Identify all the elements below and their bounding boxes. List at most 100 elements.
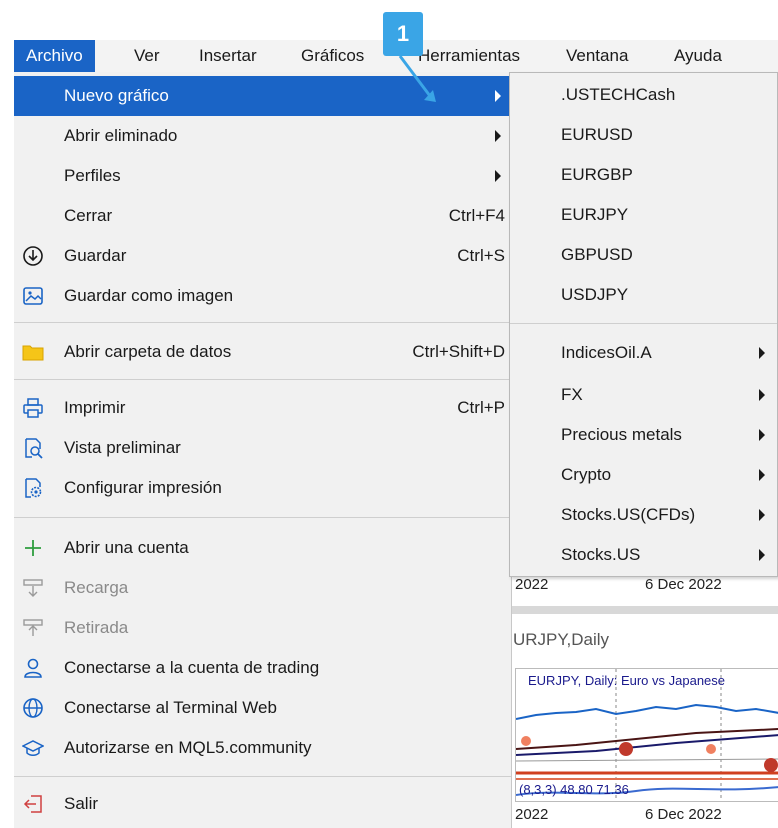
menu-item-imprimir[interactable]: Imprimir Ctrl+P — [14, 388, 511, 428]
chart-window-background: 2022 6 Dec 2022 URJPY,Daily EURJPY, Dail… — [505, 560, 778, 828]
menu-archivo[interactable]: Archivo — [14, 40, 95, 72]
printer-icon — [23, 398, 43, 418]
submenu-arrow-icon — [759, 469, 765, 481]
menu-item-abrir-cuenta[interactable]: Abrir una cuenta — [14, 528, 511, 568]
submenu-item-group[interactable]: Stocks.US(CFDs) — [510, 495, 777, 535]
indicator-values: (8,3,3) 48.80 71.36 — [519, 782, 629, 797]
submenu-item-label: IndicesOil.A — [561, 343, 652, 362]
submenu-arrow-icon — [759, 549, 765, 561]
menu-separator — [14, 517, 511, 518]
print-settings-icon — [25, 478, 42, 498]
plus-icon — [25, 540, 41, 556]
menu-item-retirada[interactable]: Retirada — [14, 608, 511, 648]
chart-window-title[interactable]: URJPY,Daily — [513, 630, 609, 650]
menu-herramientas[interactable]: Herramientas — [406, 40, 532, 72]
submenu-item-label: EURGBP — [561, 165, 633, 184]
submenu-item-group[interactable]: Precious metals — [510, 415, 777, 455]
submenu-item-label: Stocks.US(CFDs) — [561, 505, 696, 524]
shortcut-label: Ctrl+Shift+D — [412, 342, 505, 361]
menu-item-label: Perfiles — [64, 166, 121, 185]
shortcut-label: Ctrl+S — [457, 246, 505, 265]
nuevo-grafico-submenu: .USTECHCash EURUSD EURGBP EURJPY GBPUSD … — [509, 72, 778, 577]
menu-item-guardar-imagen[interactable]: Guardar como imagen — [14, 276, 511, 316]
submenu-item-symbol[interactable]: USDJPY — [510, 275, 777, 315]
exit-icon — [23, 795, 42, 813]
submenu-item-group[interactable]: Crypto — [510, 455, 777, 495]
submenu-item-label: Precious metals — [561, 425, 682, 444]
menu-item-configurar-impresion[interactable]: Configurar impresión — [14, 468, 511, 508]
menu-ver[interactable]: Ver — [122, 40, 172, 72]
user-icon — [24, 658, 42, 678]
menu-item-salir[interactable]: Salir — [14, 784, 511, 824]
chart-date-label: 6 Dec 2022 — [645, 576, 722, 593]
deposit-icon — [23, 579, 43, 597]
chart-date-label: 2022 — [515, 576, 549, 593]
submenu-arrow-icon — [759, 347, 765, 359]
withdraw-icon — [23, 619, 43, 636]
graduation-cap-icon — [22, 740, 44, 756]
download-circle-icon — [23, 246, 43, 266]
menu-item-label: Abrir carpeta de datos — [64, 342, 232, 361]
menu-item-abrir-eliminado[interactable]: Abrir eliminado — [14, 116, 511, 156]
image-icon — [23, 287, 43, 305]
menu-item-nuevo-grafico[interactable]: Nuevo gráfico — [14, 76, 511, 116]
submenu-item-symbol[interactable]: EURUSD — [510, 115, 777, 155]
submenu-item-label: FX — [561, 385, 583, 404]
menu-item-label: Autorizarse en MQL5.community — [64, 738, 312, 757]
menu-item-label: Conectarse al Terminal Web — [64, 698, 277, 717]
menu-item-conectar-cuenta[interactable]: Conectarse a la cuenta de trading — [14, 648, 511, 688]
chart-date-label: 6 Dec 2022 — [645, 806, 722, 823]
submenu-item-label: USDJPY — [561, 285, 629, 304]
menu-item-label: Cerrar — [64, 206, 113, 225]
submenu-arrow-icon — [759, 389, 765, 401]
menu-separator — [14, 322, 511, 323]
menu-graficos[interactable]: Gráficos — [289, 40, 376, 72]
submenu-item-symbol[interactable]: EURJPY — [510, 195, 777, 235]
menu-separator — [14, 776, 511, 777]
menu-item-label: Retirada — [64, 618, 129, 637]
globe-icon — [23, 698, 43, 718]
submenu-arrow-icon — [759, 429, 765, 441]
menu-insertar[interactable]: Insertar — [187, 40, 269, 72]
submenu-arrow-icon — [495, 170, 501, 182]
submenu-item-symbol[interactable]: .USTECHCash — [510, 75, 777, 115]
menu-item-label: Configurar impresión — [64, 478, 222, 497]
chart-symbol-label: EURJPY, Daily: Euro vs Japanese — [528, 673, 726, 688]
shortcut-label: Ctrl+F4 — [448, 206, 505, 225]
submenu-separator — [510, 323, 777, 324]
menu-item-label: Guardar como imagen — [64, 286, 234, 305]
menu-item-label: Vista preliminar — [64, 438, 181, 457]
menu-item-label: Recarga — [64, 578, 129, 597]
folder-icon — [22, 345, 44, 361]
menu-item-abrir-carpeta[interactable]: Abrir carpeta de datos Ctrl+Shift+D — [14, 332, 511, 372]
menu-ventana[interactable]: Ventana — [554, 40, 640, 72]
menu-ayuda[interactable]: Ayuda — [662, 40, 734, 72]
chart-date-label: 2022 — [515, 806, 549, 823]
submenu-item-label: EURUSD — [561, 125, 633, 144]
step-badge: 1 — [383, 12, 423, 56]
menu-item-cerrar[interactable]: Cerrar Ctrl+F4 — [14, 196, 511, 236]
menu-item-recarga[interactable]: Recarga — [14, 568, 511, 608]
submenu-item-symbol[interactable]: GBPUSD — [510, 235, 777, 275]
submenu-item-group[interactable]: Stocks.US — [510, 535, 777, 575]
shortcut-label: Ctrl+P — [457, 398, 505, 417]
menu-item-label: Guardar — [64, 246, 127, 265]
menu-item-terminal-web[interactable]: Conectarse al Terminal Web — [14, 688, 511, 728]
submenu-arrow-icon — [759, 509, 765, 521]
submenu-item-label: Stocks.US — [561, 545, 641, 564]
menu-item-label: Imprimir — [64, 398, 126, 417]
menu-item-vista-preliminar[interactable]: Vista preliminar — [14, 428, 511, 468]
submenu-arrow-icon — [495, 130, 501, 142]
menu-item-guardar[interactable]: Guardar Ctrl+S — [14, 236, 511, 276]
menu-item-mql5-community[interactable]: Autorizarse en MQL5.community — [14, 728, 511, 768]
file-menu: Nuevo gráfico Abrir eliminado Perfiles C… — [14, 72, 512, 828]
submenu-arrow-icon — [495, 90, 501, 102]
submenu-item-symbol[interactable]: EURGBP — [510, 155, 777, 195]
menu-item-label: Abrir una cuenta — [64, 538, 189, 557]
menu-item-label: Abrir eliminado — [64, 126, 178, 145]
submenu-item-group[interactable]: IndicesOil.A — [510, 333, 777, 373]
submenu-item-group[interactable]: FX — [510, 375, 777, 415]
menu-item-label: Nuevo gráfico — [64, 86, 169, 105]
menu-item-perfiles[interactable]: Perfiles — [14, 156, 511, 196]
submenu-item-label: Crypto — [561, 465, 612, 484]
